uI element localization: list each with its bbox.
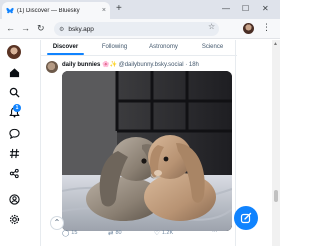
tab-discover[interactable]: Discover: [41, 40, 90, 55]
reply-count: 15: [71, 230, 78, 236]
search-icon[interactable]: [7, 85, 21, 99]
feed-tabs: Discover Following Astronomy Science: [41, 40, 237, 56]
tab-astronomy[interactable]: Astronomy: [139, 40, 188, 55]
close-tab-icon[interactable]: ×: [102, 7, 106, 14]
browser-tab-bar: (1) Discover — Bluesky × + — ☐ ✕: [0, 0, 280, 19]
feeds-hashtag-icon[interactable]: [7, 146, 21, 160]
like-count: 1.2K: [161, 230, 174, 236]
minimize-button[interactable]: —: [222, 3, 230, 15]
browser-toolbar: ← → ↻ ⚙ bsky.app ☆ ⋮: [0, 19, 280, 39]
browser-tab[interactable]: (1) Discover — Bluesky ×: [2, 2, 110, 19]
back-arrow-icon[interactable]: ←: [6, 23, 15, 34]
site-info-icon[interactable]: ⚙: [59, 26, 64, 33]
profile-icon[interactable]: [7, 192, 21, 206]
bluesky-butterfly-icon: [6, 7, 14, 13]
new-tab-button[interactable]: +: [116, 3, 122, 15]
tab-following[interactable]: Following: [90, 40, 139, 55]
close-window-button[interactable]: ✕: [262, 3, 269, 15]
reply-button[interactable]: ◯ 15: [62, 229, 77, 237]
bunnies-photo: [62, 71, 232, 231]
chevron-up-icon: ⌃: [53, 218, 61, 227]
profile-avatar[interactable]: [243, 23, 254, 34]
post-actions: ◯ 15 ⇄ 80 ♡ 1.2K ···: [62, 229, 232, 239]
maximize-button[interactable]: ☐: [242, 3, 249, 15]
settings-gear-icon[interactable]: [7, 212, 21, 226]
compose-pencil-icon: [240, 212, 252, 224]
reload-icon[interactable]: ↻: [37, 23, 45, 34]
notification-badge: 1: [13, 104, 21, 112]
post-handle[interactable]: @dailybunny.bsky.social: [119, 62, 184, 68]
repost-button[interactable]: ⇄ 80: [108, 229, 122, 237]
discover-feed: Discover Following Astronomy Science dai…: [40, 40, 237, 246]
bookmark-star-icon[interactable]: ☆: [208, 22, 215, 31]
repost-icon: ⇄: [108, 230, 114, 237]
address-bar[interactable]: ⚙ bsky.app: [54, 22, 219, 36]
home-icon[interactable]: [7, 65, 21, 79]
compose-post-button[interactable]: [234, 206, 258, 230]
scrollbar-thumb[interactable]: [274, 190, 278, 202]
like-button[interactable]: ♡ 1.2K: [154, 229, 173, 237]
scroll-up-arrow-icon[interactable]: ▲: [273, 41, 278, 47]
forward-arrow-icon[interactable]: →: [21, 23, 30, 34]
url-text: bsky.app: [68, 25, 94, 33]
left-nav: 1: [0, 40, 28, 246]
heart-icon: ♡: [154, 230, 160, 237]
tab-science[interactable]: Science: [188, 40, 237, 55]
post-display-name[interactable]: daily bunnies 🌸✨: [62, 62, 117, 68]
post-image-bunnies[interactable]: [62, 71, 232, 231]
feed-post[interactable]: daily bunnies 🌸✨ @dailybunny.bsky.social…: [41, 57, 237, 246]
bluesky-app: 1 Discover Following Astronomy Science d…: [0, 40, 280, 246]
more-icon: ···: [212, 229, 218, 235]
chat-icon[interactable]: [7, 126, 21, 140]
repost-count: 80: [115, 230, 122, 236]
my-avatar[interactable]: [7, 45, 21, 59]
tab-title: (1) Discover — Bluesky: [17, 7, 80, 14]
lists-icon[interactable]: [7, 166, 21, 180]
reply-bubble-icon: ◯: [62, 230, 70, 237]
page-scrollbar[interactable]: ▲: [272, 40, 280, 246]
post-time: · 18h: [185, 62, 199, 68]
more-options-button[interactable]: ···: [212, 229, 218, 235]
post-header: daily bunnies 🌸✨ @dailybunny.bsky.social…: [62, 61, 232, 68]
browser-menu-icon[interactable]: ⋮: [262, 22, 271, 33]
post-author-avatar[interactable]: [46, 61, 58, 73]
scroll-to-top-button[interactable]: ⌃: [50, 216, 64, 230]
